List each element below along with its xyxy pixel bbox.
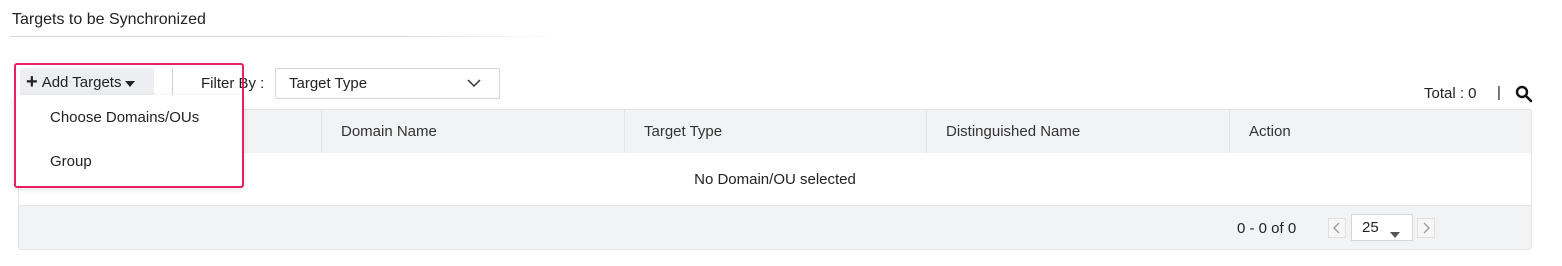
table-empty-row: No Domain/OU selected [19, 153, 1531, 205]
plus-icon: + [26, 71, 38, 93]
caret-down-icon [1390, 225, 1400, 242]
pagination-range: 0 - 0 of 0 [1237, 220, 1297, 237]
target-type-filter-select[interactable]: Target Type [275, 68, 500, 99]
table-header: Domain Name Target Type Distinguished Na… [19, 110, 1531, 154]
add-targets-label: Add Targets [41, 73, 122, 91]
page-size-value: 25 [1362, 219, 1379, 236]
menu-item-choose-domains-ous[interactable]: Choose Domains/OUs [50, 109, 199, 126]
column-header-action: Action [1229, 110, 1531, 153]
search-icon[interactable] [1515, 85, 1533, 103]
chevron-left-icon [1333, 222, 1340, 234]
caret-down-icon [125, 74, 136, 91]
title-divider [10, 36, 562, 37]
add-targets-button[interactable]: + Add Targets [20, 68, 154, 96]
table-footer: 0 - 0 of 0 25 [19, 205, 1531, 249]
column-header-domain-name[interactable]: Domain Name [321, 110, 624, 153]
column-header-target-type[interactable]: Target Type [624, 110, 926, 153]
filter-label: Filter By : [201, 75, 265, 92]
next-page-button[interactable] [1417, 218, 1435, 238]
toolbar-separator: | [1497, 84, 1501, 101]
column-header-distinguished-name[interactable]: Distinguished Name [926, 110, 1229, 153]
empty-message: No Domain/OU selected [694, 170, 856, 188]
page-size-select[interactable]: 25 [1351, 214, 1413, 241]
targets-table: Domain Name Target Type Distinguished Na… [18, 109, 1532, 250]
filter-selected-value: Target Type [289, 75, 368, 92]
chevron-right-icon [1423, 222, 1430, 234]
toolbar-divider [172, 68, 173, 98]
chevron-down-icon [467, 76, 481, 94]
previous-page-button[interactable] [1328, 218, 1346, 238]
menu-item-group[interactable]: Group [50, 153, 92, 170]
add-targets-menu: Choose Domains/OUs Group [14, 95, 243, 187]
total-count: Total : 0 [1424, 85, 1477, 102]
section-title: Targets to be Synchronized [12, 11, 206, 28]
